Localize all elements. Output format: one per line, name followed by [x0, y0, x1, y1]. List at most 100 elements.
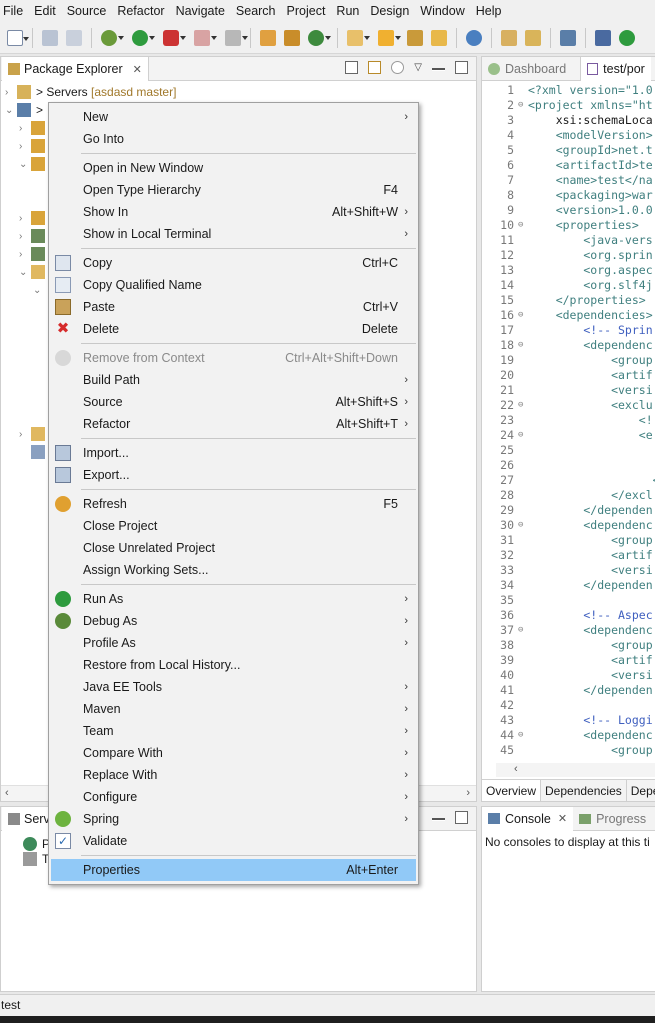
open-type-icon[interactable]: [431, 29, 447, 46]
close-icon[interactable]: ✕: [133, 63, 142, 76]
annotation-icon[interactable]: [501, 29, 517, 46]
fold-toggle-icon[interactable]: ⊖: [518, 338, 528, 353]
menu-item-close-unrelated-project[interactable]: Close Unrelated Project: [49, 537, 418, 559]
search-icon[interactable]: [407, 29, 423, 46]
menu-item-copy[interactable]: Copy Ctrl+C: [49, 252, 418, 274]
menu-item-validate[interactable]: ✓ Validate: [49, 830, 418, 852]
menu-item-close-project[interactable]: Close Project: [49, 515, 418, 537]
menu-item-show-in[interactable]: Show In Alt+Shift+W ›: [49, 201, 418, 223]
tab-pom[interactable]: test/por: [580, 57, 651, 81]
external-tools-icon[interactable]: [163, 29, 186, 46]
menu-item-configure[interactable]: Configure ›: [49, 786, 418, 808]
menu-run[interactable]: Run: [332, 0, 363, 22]
chevron-right-icon[interactable]: ›: [19, 249, 31, 260]
chevron-right-icon[interactable]: ›: [19, 213, 31, 224]
maximize-icon[interactable]: [455, 811, 468, 824]
tree-item[interactable]: [5, 443, 50, 461]
menu-item-properties[interactable]: Properties Alt+Enter: [51, 859, 416, 881]
task-list-icon[interactable]: [525, 29, 541, 46]
tab-dashboard[interactable]: Dashboard: [482, 57, 572, 81]
debug-icon[interactable]: [101, 29, 124, 46]
menu-item-open-in-new-window[interactable]: Open in New Window: [49, 157, 418, 179]
maximize-icon[interactable]: [455, 61, 468, 74]
open-task-icon[interactable]: [378, 29, 401, 46]
minimize-icon[interactable]: [432, 68, 445, 71]
menu-item-go-into[interactable]: Go Into: [49, 128, 418, 150]
menu-edit[interactable]: Edit: [30, 0, 60, 22]
menu-file[interactable]: File: [0, 0, 27, 22]
menu-item-show-in-local-terminal[interactable]: Show in Local Terminal ›: [49, 223, 418, 245]
menu-item-new[interactable]: New ›: [49, 106, 418, 128]
fold-toggle-icon[interactable]: ⊖: [518, 728, 528, 743]
page-tab-depe[interactable]: Depe: [627, 780, 655, 801]
chevron-right-icon[interactable]: ›: [19, 231, 31, 242]
editor-horizontal-scrollbar[interactable]: ‹: [496, 763, 655, 777]
open-folder-icon[interactable]: [347, 29, 370, 46]
menu-design[interactable]: Design: [366, 0, 413, 22]
new-server-icon[interactable]: [260, 29, 276, 46]
stop-server-icon[interactable]: [194, 29, 217, 46]
fold-toggle-icon[interactable]: ⊖: [518, 518, 528, 533]
menu-item-paste[interactable]: Paste Ctrl+V: [49, 296, 418, 318]
chevron-down-icon[interactable]: ⌄: [5, 105, 17, 116]
fold-toggle-icon[interactable]: ⊖: [518, 98, 528, 113]
menu-refactor[interactable]: Refactor: [113, 0, 168, 22]
tree-item-servers[interactable]: › > Servers [asdasd master]: [5, 83, 176, 101]
collapse-all-icon[interactable]: [345, 61, 359, 74]
view-menu-icon[interactable]: ▽: [414, 62, 422, 73]
pin-icon[interactable]: [595, 29, 611, 46]
fold-toggle-icon[interactable]: ⊖: [518, 308, 528, 323]
menu-navigate[interactable]: Navigate: [172, 0, 229, 22]
fold-toggle-icon[interactable]: ⊖: [518, 218, 528, 233]
page-tab-dependencies[interactable]: Dependencies: [541, 780, 627, 801]
menu-item-import[interactable]: Import...: [49, 442, 418, 464]
menu-item-open-type-hierarchy[interactable]: Open Type Hierarchy F4: [49, 179, 418, 201]
chevron-right-icon[interactable]: ›: [19, 123, 31, 134]
menu-source[interactable]: Source: [63, 0, 111, 22]
scroll-left-icon[interactable]: ‹: [514, 763, 518, 775]
scroll-left-icon[interactable]: ‹: [5, 787, 9, 799]
menu-item-source[interactable]: Source Alt+Shift+S ›: [49, 391, 418, 413]
chevron-right-icon[interactable]: ›: [19, 429, 31, 440]
tab-console[interactable]: Console ✕: [482, 807, 574, 831]
menu-item-profile-as[interactable]: Profile As ›: [49, 632, 418, 654]
chevron-right-icon[interactable]: ›: [19, 141, 31, 152]
code-area[interactable]: 1 <?xml version="1.0 2 ⊖ <project xmlns="ht 3…: [482, 83, 655, 758]
menu-item-refactor[interactable]: Refactor Alt+Shift+T ›: [49, 413, 418, 435]
tree-item[interactable]: ›: [5, 425, 50, 443]
focus-icon[interactable]: [391, 61, 405, 74]
chevron-down-icon[interactable]: ⌄: [33, 285, 45, 296]
menu-item-spring[interactable]: Spring ›: [49, 808, 418, 830]
menu-item-run-as[interactable]: Run As ›: [49, 588, 418, 610]
minimize-icon[interactable]: [432, 818, 445, 821]
menu-item-team[interactable]: Team ›: [49, 720, 418, 742]
run-icon[interactable]: [132, 29, 155, 46]
menu-item-delete[interactable]: ✖ Delete Delete: [49, 318, 418, 340]
publish-icon[interactable]: [225, 29, 248, 46]
save-icon[interactable]: [42, 29, 58, 46]
new-package-icon[interactable]: [284, 29, 300, 46]
chevron-right-icon[interactable]: ›: [5, 87, 17, 98]
chevron-down-icon[interactable]: ⌄: [19, 159, 31, 170]
close-icon[interactable]: ✕: [558, 812, 567, 825]
link-with-editor-icon[interactable]: [368, 61, 382, 74]
scroll-right-icon[interactable]: ›: [466, 787, 470, 799]
menu-item-debug-as[interactable]: Debug As ›: [49, 610, 418, 632]
chevron-down-icon[interactable]: ⌄: [19, 267, 31, 278]
menu-item-copy-qualified-name[interactable]: Copy Qualified Name: [49, 274, 418, 296]
menu-item-refresh[interactable]: Refresh F5: [49, 493, 418, 515]
power-icon[interactable]: [619, 29, 635, 46]
menu-search[interactable]: Search: [232, 0, 280, 22]
fold-toggle-icon[interactable]: ⊖: [518, 398, 528, 413]
fold-toggle-icon[interactable]: ⊖: [518, 623, 528, 638]
new-wizard-icon[interactable]: [7, 29, 29, 46]
save-all-icon[interactable]: [66, 29, 82, 46]
menu-item-replace-with[interactable]: Replace With ›: [49, 764, 418, 786]
server-item[interactable]: T: [23, 850, 50, 868]
new-class-icon[interactable]: [308, 29, 331, 46]
menu-item-export[interactable]: Export...: [49, 464, 418, 486]
menu-window[interactable]: Window: [416, 0, 468, 22]
globe-icon[interactable]: [466, 29, 482, 46]
menu-item-maven[interactable]: Maven ›: [49, 698, 418, 720]
fold-toggle-icon[interactable]: ⊖: [518, 428, 528, 443]
